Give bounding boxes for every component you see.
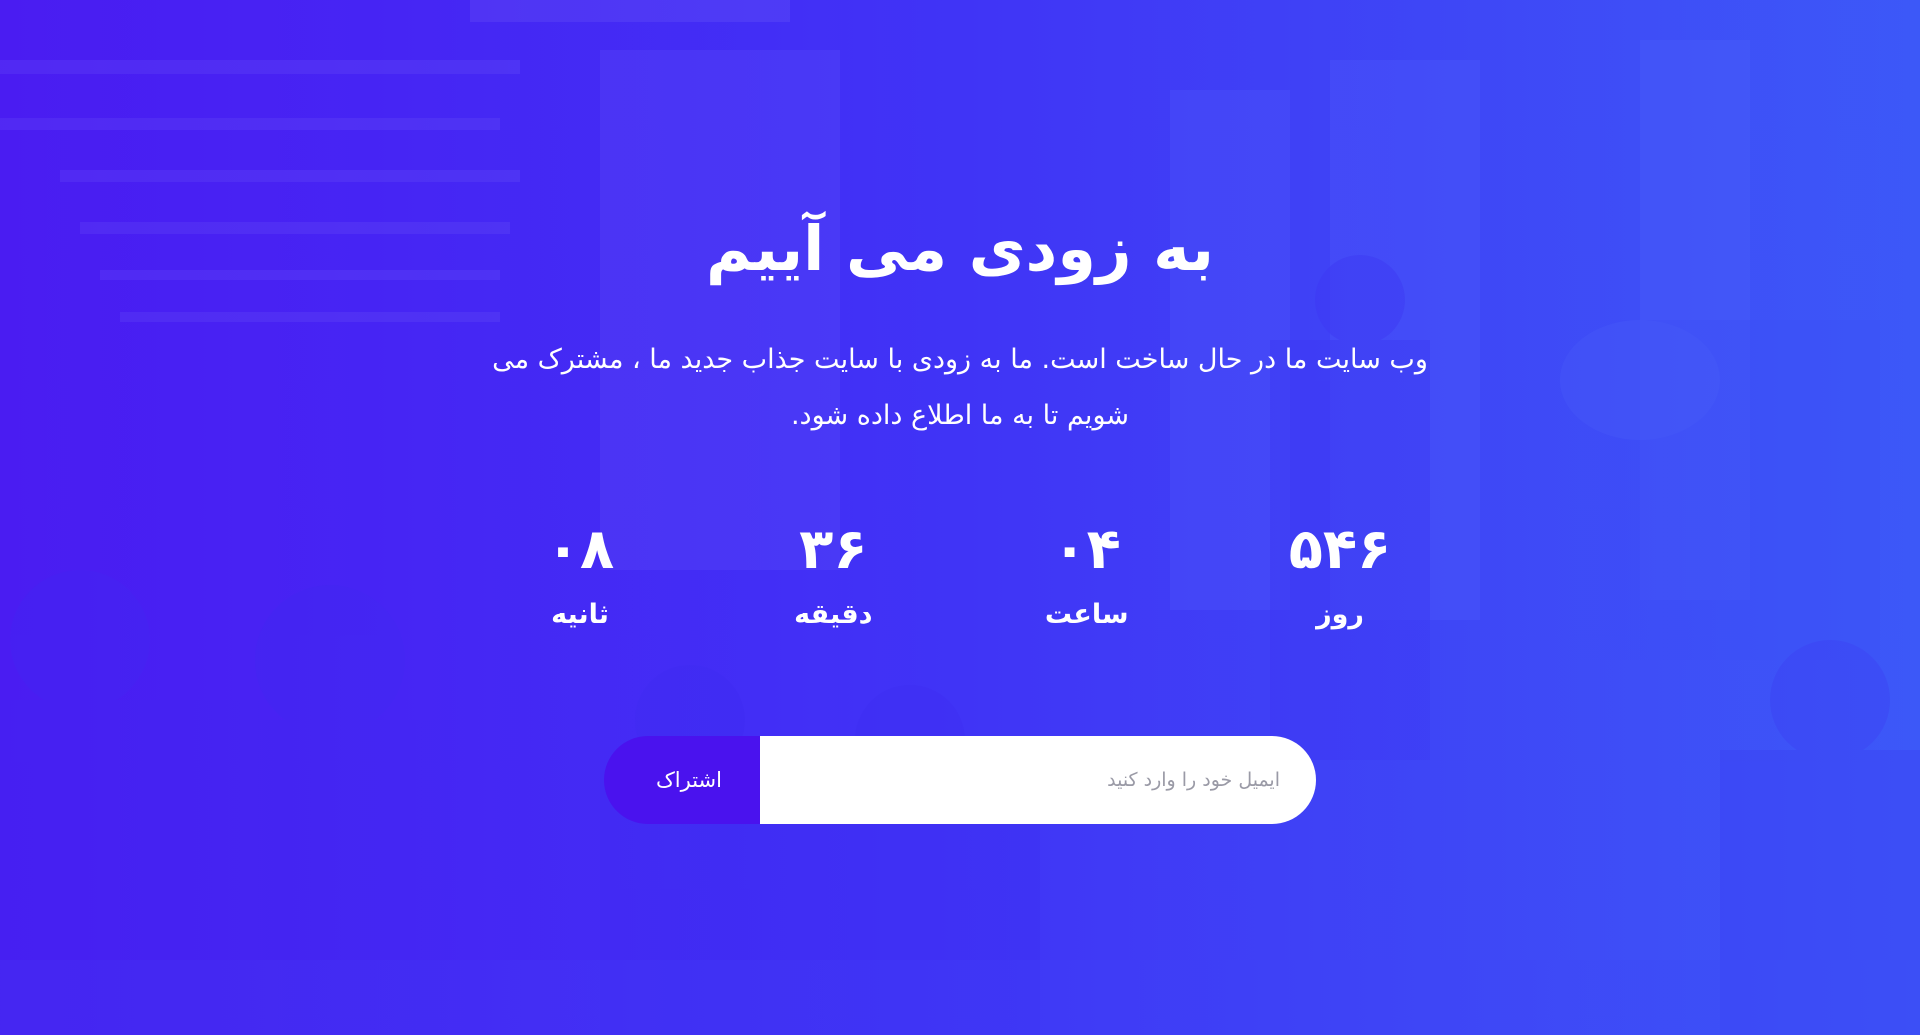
coming-soon-page: به زودی می آییم وب سایت ما در حال ساخت ا… (0, 0, 1920, 1035)
countdown-days-value: ۵۴۶ (1288, 517, 1392, 582)
page-subtitle: وب سایت ما در حال ساخت است. ما به زودی ب… (492, 344, 1428, 431)
countdown-days-label: روز (1316, 599, 1364, 630)
countdown-seconds-value: ۰۸ (545, 517, 615, 582)
countdown-timer: ۵۴۶ روز ۰۴ ساعت ۳۶ دقیقه ۰۸ ثانیه (495, 510, 1425, 640)
countdown-hours: ۰۴ ساعت (1002, 510, 1172, 640)
subscribe-button[interactable]: اشتراک (604, 736, 760, 824)
countdown-minutes-value: ۳۶ (799, 517, 868, 582)
countdown-hours-label: ساعت (1044, 599, 1129, 630)
email-input[interactable] (733, 736, 1316, 824)
page-title: به زودی می آییم (705, 212, 1215, 285)
countdown-minutes: ۳۶ دقیقه (748, 510, 918, 640)
countdown-hours-value: ۰۴ (1052, 517, 1121, 582)
subscribe-form: اشتراک (604, 736, 1316, 824)
hero-section: به زودی می آییم وب سایت ما در حال ساخت ا… (0, 0, 1920, 1035)
countdown-minutes-label: دقیقه (794, 599, 873, 630)
countdown-days: ۵۴۶ روز (1255, 510, 1425, 640)
countdown-seconds-label: ثانیه (551, 599, 609, 630)
countdown-seconds: ۰۸ ثانیه (495, 510, 665, 640)
